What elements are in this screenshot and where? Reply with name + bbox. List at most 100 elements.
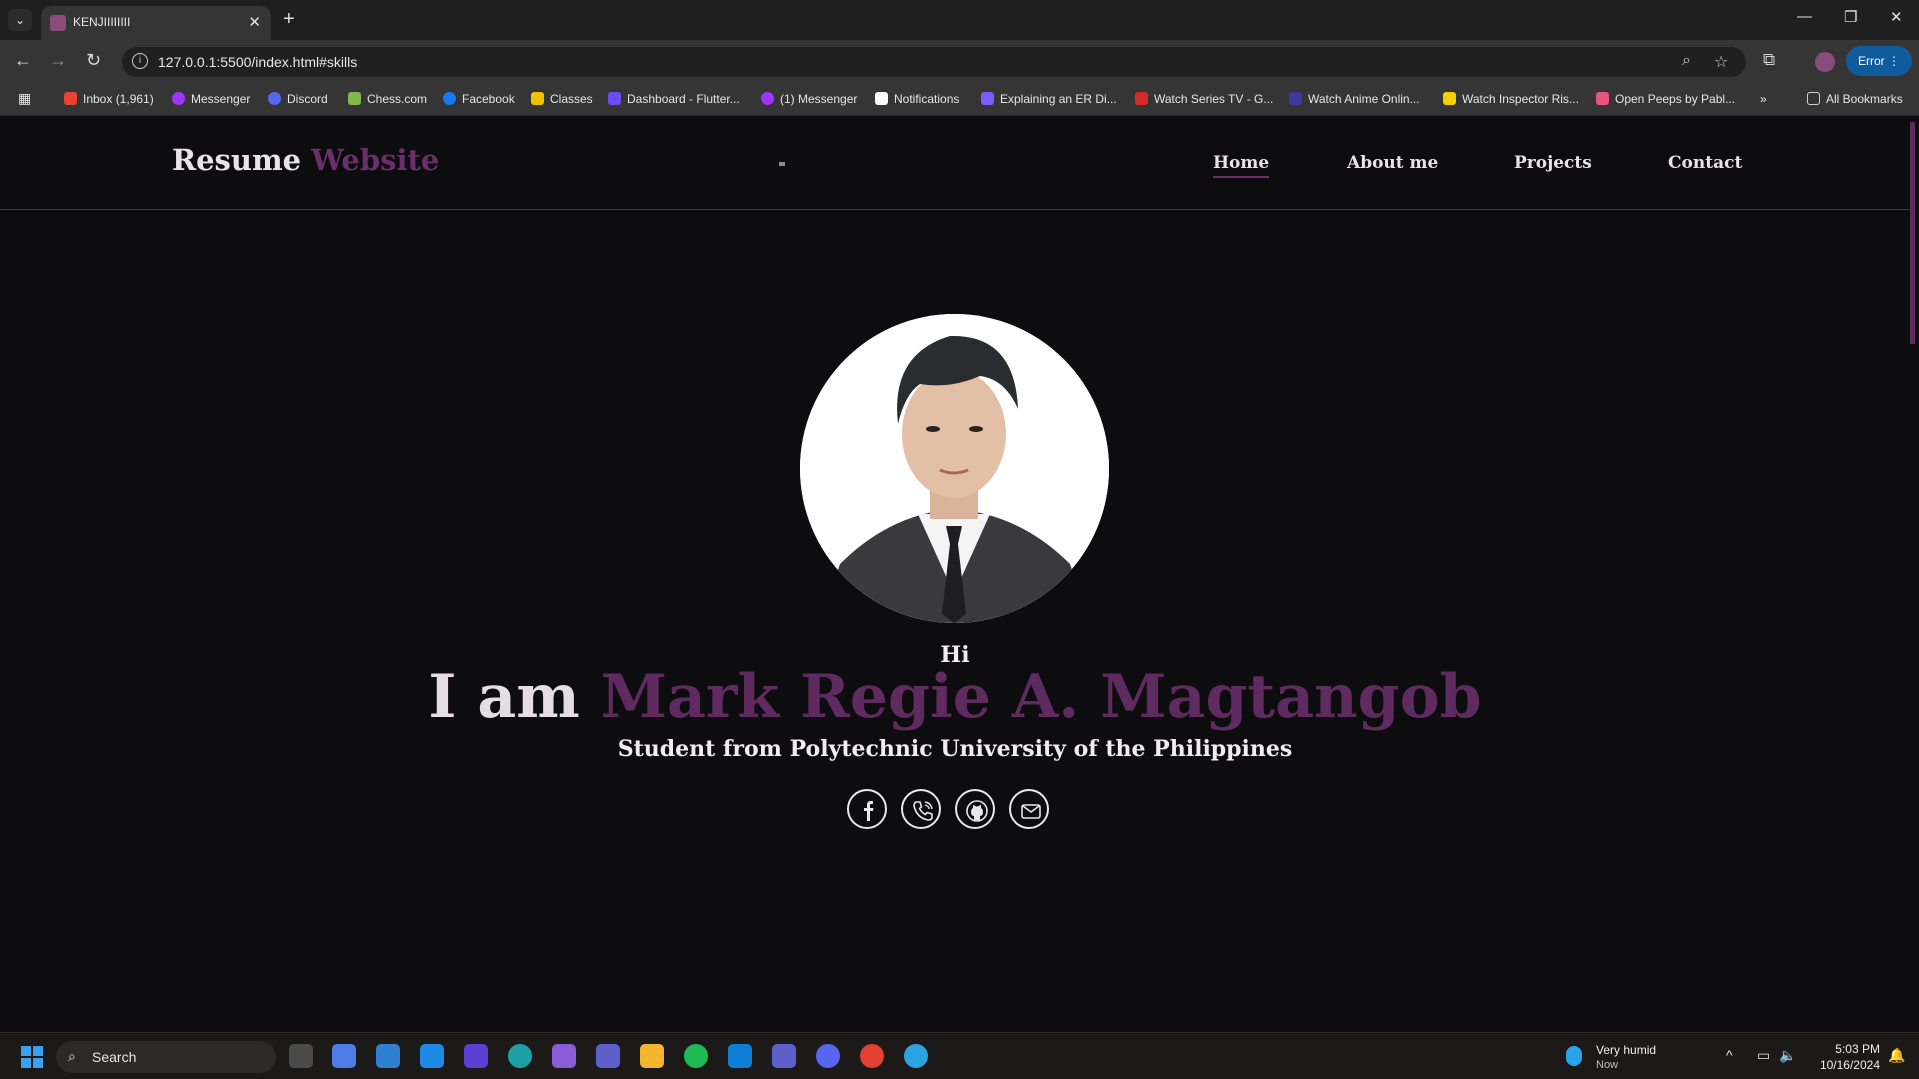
profile-avatar[interactable] [1815, 52, 1835, 72]
all-bookmarks[interactable]: All Bookmarks [1807, 92, 1903, 106]
profile-photo [800, 314, 1109, 623]
hero-subtitle: Student from Polytechnic University of t… [617, 736, 1293, 762]
chess-icon [348, 92, 361, 105]
social-links [847, 789, 1067, 831]
bookmark-item[interactable]: Explaining an ER Di... [981, 92, 1117, 106]
logo-accent: Website [311, 143, 440, 177]
file-explorer-icon[interactable] [640, 1044, 664, 1068]
vscode-icon[interactable] [728, 1044, 752, 1068]
reload-icon[interactable]: ↻ [86, 50, 101, 71]
play-icon [1443, 92, 1456, 105]
bookmark-label: Watch Anime Onlin... [1308, 92, 1420, 106]
bookmark-item[interactable]: Facebook [443, 92, 515, 106]
bookmark-label: Dashboard - Flutter... [627, 92, 740, 106]
browser-toolbar: ← → ↻ i 127.0.0.1:5500/index.html#skills… [0, 40, 1919, 84]
active-tab[interactable]: KENJIIIIIIII ✕ [41, 6, 271, 40]
site-logo[interactable]: Resume Website [172, 143, 439, 177]
email-link[interactable] [1009, 789, 1049, 829]
bookmark-item[interactable]: Chess.com [348, 92, 427, 106]
apps-grid-icon[interactable]: ▦ [18, 90, 31, 107]
window-close-icon[interactable]: ✕ [1890, 8, 1903, 26]
minimize-icon[interactable]: — [1797, 8, 1812, 25]
bookmark-label: Discord [287, 92, 328, 106]
network-icon[interactable]: ▭ [1757, 1047, 1770, 1064]
error-button[interactable]: Error ⋮ [1846, 46, 1912, 76]
bookmarks-bar: ▦ Inbox (1,961) Messenger Discord Chess.… [0, 84, 1919, 116]
chrome-icon[interactable] [860, 1044, 884, 1068]
phone-link[interactable] [901, 789, 941, 829]
open-peeps-icon [1596, 92, 1609, 105]
url-text[interactable]: 127.0.0.1:5500/index.html#skills [158, 54, 357, 70]
logo-main: Resume [172, 143, 302, 177]
copilot-icon[interactable] [332, 1044, 356, 1068]
address-bar[interactable]: i 127.0.0.1:5500/index.html#skills ⌕ ☆ [122, 47, 1746, 77]
bookmark-item[interactable]: Watch Series TV - G... [1135, 92, 1273, 106]
folder-icon [1807, 92, 1820, 105]
site-info-icon[interactable]: i [132, 53, 148, 69]
bookmark-star-icon[interactable]: ☆ [1714, 52, 1728, 72]
task-view-icon[interactable] [289, 1044, 313, 1068]
teams-icon[interactable] [596, 1044, 620, 1068]
scrollbar-thumb[interactable] [1910, 122, 1915, 344]
clock-date: 10/16/2024 [1819, 1058, 1880, 1072]
discord-app-icon[interactable] [816, 1044, 840, 1068]
teams-work-icon[interactable] [772, 1044, 796, 1068]
restore-icon[interactable]: ❐ [1844, 8, 1857, 26]
tab-title: KENJIIIIIIII [73, 15, 131, 29]
menu-toggle[interactable] [779, 162, 785, 166]
tray-chevron-icon[interactable]: ^ [1726, 1047, 1733, 1063]
bookmark-label: Chess.com [367, 92, 428, 106]
flutterflow-app-icon[interactable] [464, 1044, 488, 1068]
bookmark-item[interactable]: Watch Anime Onlin... [1289, 92, 1420, 106]
tab-search-button[interactable]: ⌄ [8, 9, 32, 31]
forward-icon[interactable]: → [49, 50, 67, 71]
windows-start-icon[interactable] [21, 1046, 43, 1068]
discord-icon [268, 92, 281, 105]
spotify-icon[interactable] [684, 1044, 708, 1068]
bookmark-item[interactable]: Discord [268, 92, 328, 106]
nav-about[interactable]: About me [1347, 153, 1438, 173]
nav-projects[interactable]: Projects [1514, 153, 1592, 173]
github-link[interactable] [955, 789, 995, 829]
nav-contact[interactable]: Contact [1668, 153, 1742, 173]
classroom-icon [531, 92, 544, 105]
search-label: Search [92, 1049, 137, 1065]
facebook-icon [864, 801, 874, 821]
bookmark-item[interactable]: Messenger [172, 92, 250, 106]
new-tab-button[interactable]: + [283, 8, 295, 31]
x-icon [875, 92, 888, 105]
visual-studio-icon[interactable] [552, 1044, 576, 1068]
telegram-icon[interactable] [904, 1044, 928, 1068]
bookmark-item[interactable]: Open Peeps by Pabl... [1596, 92, 1735, 106]
bookmark-item[interactable]: Inbox (1,961) [64, 92, 154, 106]
hero-name: I am Mark Regie A. Magtangob [0, 662, 1910, 732]
bookmark-item[interactable]: Classes [531, 92, 593, 106]
bookmark-item[interactable]: Notifications [875, 92, 959, 106]
web-page: Resume Website Home About me Projects Co… [0, 116, 1919, 1032]
bookmark-item[interactable]: (1) Messenger [761, 92, 857, 106]
system-clock[interactable]: 5:03 PM 10/16/2024 [1800, 1041, 1880, 1073]
edge-icon[interactable] [508, 1044, 532, 1068]
store-icon[interactable] [376, 1044, 400, 1068]
extensions-icon[interactable]: ⧉ [1763, 50, 1775, 70]
volume-icon[interactable]: 🔈 [1779, 1047, 1796, 1064]
mail-icon[interactable] [420, 1044, 444, 1068]
facebook-bookmark-icon [443, 92, 456, 105]
email-icon [1021, 804, 1041, 819]
facebook-link[interactable] [847, 789, 887, 829]
bookmark-item[interactable]: Watch Inspector Ris... [1443, 92, 1579, 106]
flutterflow-icon [608, 92, 621, 105]
series-tv-icon [1135, 92, 1148, 105]
bookmark-label: Explaining an ER Di... [1000, 92, 1117, 106]
bookmark-label: Inbox (1,961) [83, 92, 154, 106]
close-icon[interactable]: ✕ [248, 13, 261, 31]
back-icon[interactable]: ← [14, 50, 32, 71]
more-bookmarks-icon[interactable]: » [1760, 92, 1767, 106]
zoom-icon[interactable]: ⌕ [1682, 52, 1691, 70]
notification-bell-icon[interactable]: 🔔 [1888, 1047, 1905, 1064]
bookmark-item[interactable]: Dashboard - Flutter... [608, 92, 740, 106]
bookmark-label: (1) Messenger [780, 92, 858, 106]
nav-home[interactable]: Home [1213, 153, 1270, 178]
all-bookmarks-label: All Bookmarks [1826, 92, 1903, 106]
taskbar-search[interactable]: ⌕ Search [56, 1041, 276, 1073]
